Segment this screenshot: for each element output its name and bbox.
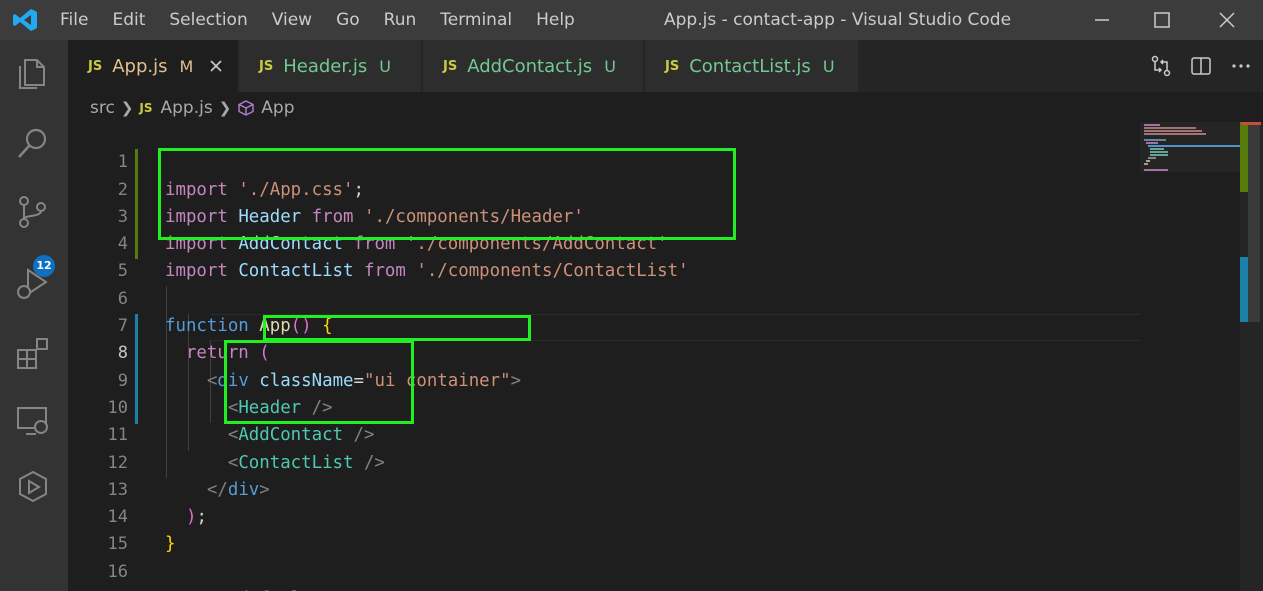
editor-actions [1133,54,1253,78]
source-control-icon[interactable] [14,193,52,231]
code-line: 7 return ( [68,286,1240,363]
scrollbar-thumb[interactable] [1248,122,1260,322]
extensions-icon[interactable] [14,334,52,372]
maximize-icon[interactable] [1150,8,1174,32]
scrollbar-marker [1241,122,1261,125]
classname-highlight-box [263,315,531,341]
menu-edit[interactable]: Edit [112,10,145,30]
breadcrumb-folder[interactable]: src [90,98,115,118]
activity-bar: 12 [0,40,68,591]
code-line: 6 function App() { [68,259,1240,336]
vscode-logo-icon [13,9,37,31]
scrollbar-added-marker [1240,122,1248,192]
breadcrumb: src ❯ JS App.js ❯ App [90,96,295,120]
tab-bar: JS App.js M JS Header.js U JS AddContact… [68,40,1263,92]
menu-help[interactable]: Help [536,10,575,30]
menu-file[interactable]: File [60,10,88,30]
search-icon[interactable] [14,124,52,162]
code-line: 1 import './App.css'; [68,122,1240,199]
js-file-icon: JS [88,58,103,74]
breadcrumb-symbol[interactable]: App [261,98,294,118]
js-file-icon: JS [443,58,458,74]
untracked-indicator: U [379,56,391,76]
tab-label: ContactList.js [689,55,811,77]
code-line-current: 8 <div className="ui container"> [68,313,1240,390]
code-line: 16 export default App; [68,532,1240,591]
tab-contactlist-js[interactable]: JS ContactList.js U [645,40,859,92]
code-line: 17 [68,559,1240,591]
untracked-indicator: U [604,56,616,76]
minimize-icon[interactable] [1090,8,1114,32]
minimap[interactable] [1140,122,1240,591]
vertical-scrollbar[interactable] [1240,122,1263,591]
js-file-icon: JS [139,101,153,115]
code-line: 15 [68,504,1240,554]
menu-terminal[interactable]: Terminal [440,10,512,30]
tab-label: AddContact.js [467,55,593,77]
close-window-icon[interactable] [1215,8,1239,32]
scrollbar-modified-marker [1240,257,1248,322]
menu-go[interactable]: Go [336,10,360,30]
code-line: 12 </div> [68,422,1240,500]
tab-label: App.js [112,55,168,77]
modified-indicator: M [179,56,194,76]
remote-explorer-icon[interactable] [14,402,52,440]
code-line: 13 ); [68,450,1240,527]
chevron-right-icon: ❯ [218,99,232,117]
code-editor[interactable]: 1 import './App.css'; 2 import Header fr… [68,122,1240,591]
menu-run[interactable]: Run [384,10,417,30]
js-file-icon: JS [259,58,274,74]
window-title: App.js - contact-app - Visual Studio Cod… [664,10,1012,30]
imports-highlight-box [158,148,736,240]
run-debug-icon[interactable] [14,264,52,302]
close-tab-icon[interactable] [207,57,225,75]
line-number: 17 [68,586,128,591]
chevron-right-icon: ❯ [120,99,134,117]
breadcrumb-file[interactable]: App.js [161,98,213,118]
more-actions-icon[interactable] [1229,54,1253,78]
symbol-cube-icon [238,100,254,116]
live-share-icon[interactable] [14,468,52,506]
split-editor-icon[interactable] [1189,54,1213,78]
tab-label: Header.js [283,55,368,77]
js-file-icon: JS [665,58,680,74]
code-line: 14 } [68,477,1240,554]
open-changes-icon[interactable] [1149,54,1173,78]
menu-selection[interactable]: Selection [169,10,247,30]
components-highlight-box [224,340,414,424]
menu-view[interactable]: View [272,10,312,30]
untracked-indicator: U [822,56,835,76]
explorer-icon[interactable] [14,54,52,92]
title-bar: File Edit Selection View Go Run Terminal… [0,0,1263,40]
tab-addcontact-js[interactable]: JS AddContact.js U [423,40,644,92]
tab-app-js[interactable]: JS App.js M [68,40,238,92]
menu-bar: File Edit Selection View Go Run Terminal… [60,0,599,40]
tab-header-js[interactable]: JS Header.js U [239,40,422,92]
